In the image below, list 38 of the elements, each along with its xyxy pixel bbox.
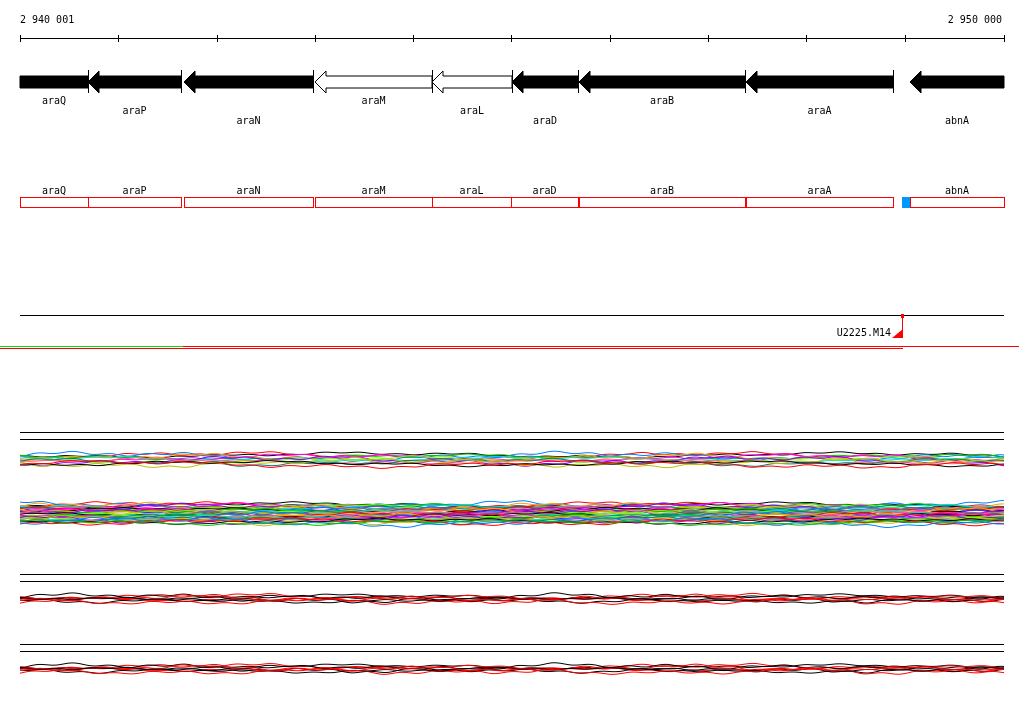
annotation-box[interactable]: [315, 197, 433, 208]
annotation-label: araL: [459, 185, 484, 196]
gene-arrow[interactable]: [431, 70, 513, 94]
annotation-label: araA: [807, 185, 832, 196]
gene-arrow[interactable]: [87, 70, 182, 94]
gene-label: araA: [807, 105, 832, 116]
annotation-label: araB: [649, 185, 675, 196]
gene-label: araQ: [41, 95, 67, 106]
annotation-box[interactable]: [910, 197, 1005, 208]
gene-label: araN: [236, 115, 261, 126]
gene-label: araL: [459, 105, 485, 116]
gene-arrow[interactable]: [909, 70, 1005, 94]
annotation-label: araM: [361, 185, 386, 196]
marker-flag-icon[interactable]: [892, 314, 904, 338]
gene-label: araM: [361, 95, 386, 106]
gene-label: araB: [649, 95, 675, 106]
gene-arrow[interactable]: [745, 70, 894, 94]
gene-arrow[interactable]: [183, 70, 314, 94]
gene-label: abnA: [944, 115, 970, 126]
annotation-label: abnA: [944, 185, 970, 196]
annotation-box[interactable]: [579, 197, 746, 208]
gene-label: araD: [532, 115, 558, 126]
annotation-box[interactable]: [184, 197, 314, 208]
annotation-box[interactable]: [20, 197, 89, 208]
gene-label: araP: [122, 105, 147, 116]
ruler-end-label: 2 950 000: [947, 14, 1002, 25]
ruler-start-label: 2 940 001: [20, 14, 75, 25]
annotation-box[interactable]: [88, 197, 182, 208]
annotation-box[interactable]: [511, 197, 579, 208]
gene-arrow[interactable]: [511, 70, 579, 94]
annotation-label: araN: [236, 185, 261, 196]
marker-label: U2225.M14: [836, 327, 891, 338]
annotation-label: araQ: [41, 185, 67, 196]
gene-arrow[interactable]: [578, 70, 746, 94]
annotation-label: araD: [532, 185, 557, 196]
annotation-box[interactable]: [432, 197, 512, 208]
annotation-box[interactable]: [746, 197, 894, 208]
annotation-label: araP: [122, 185, 147, 196]
